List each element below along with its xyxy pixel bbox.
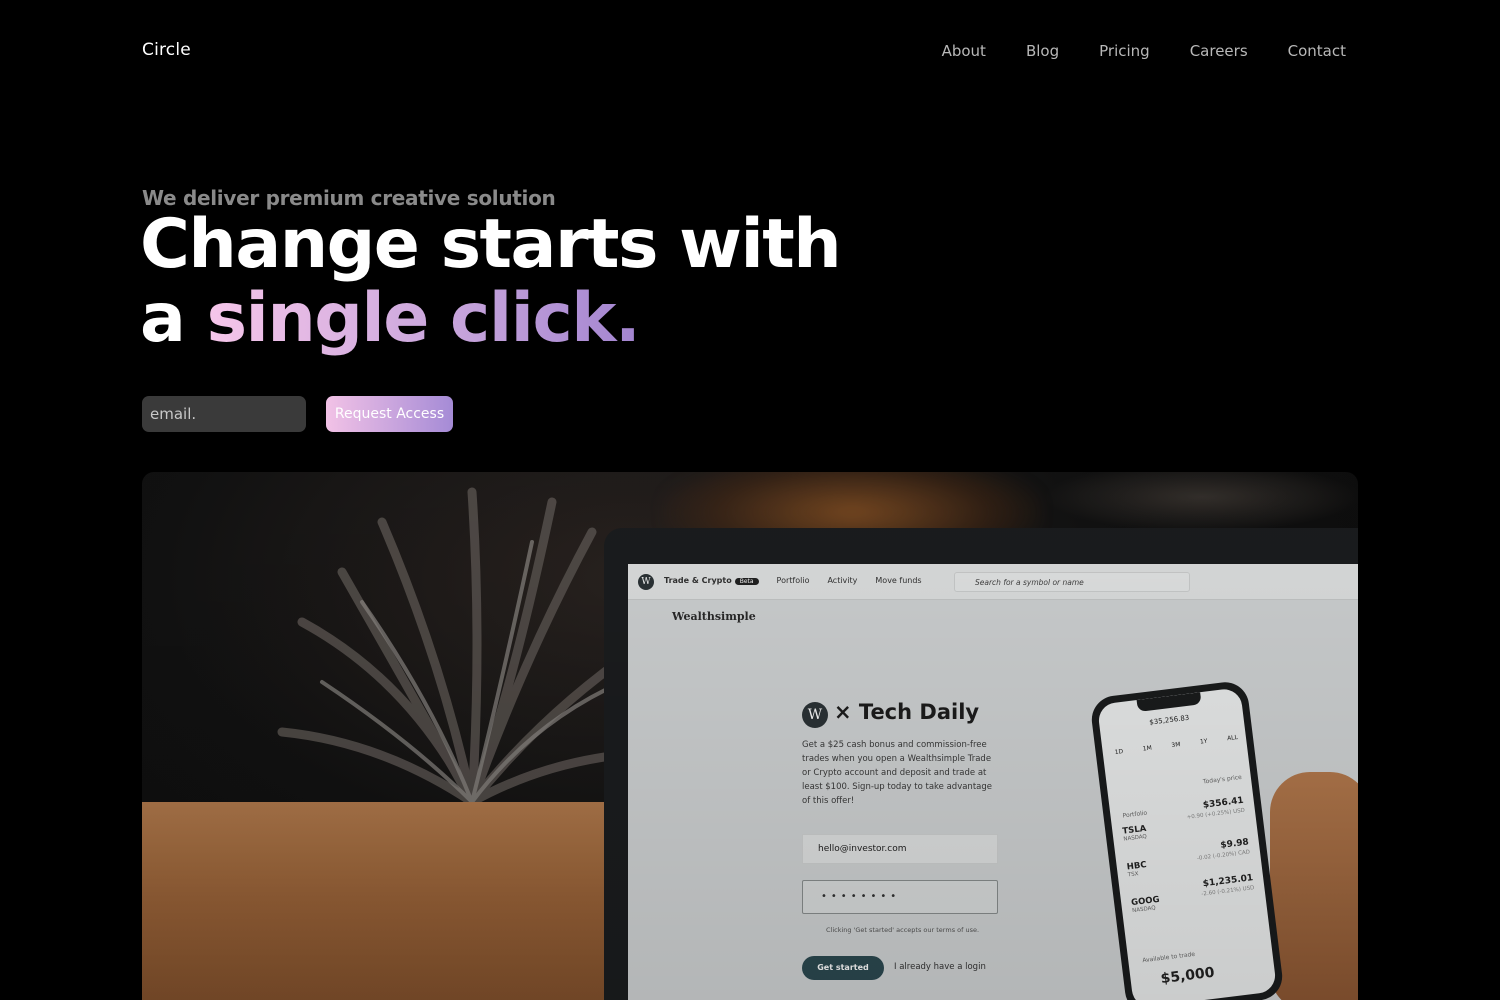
phone-range-tab: 1D <box>1114 748 1124 757</box>
wooden-table <box>142 802 642 1000</box>
screen-topbar: W Trade & Crypto Beta Portfolio Activity … <box>628 564 1358 600</box>
screen-heading: × Tech Daily <box>834 700 980 724</box>
screen-wordmark: Wealthsimple <box>672 610 756 623</box>
beta-badge: Beta <box>734 578 759 585</box>
phone-range-tab: ALL <box>1226 734 1239 743</box>
screen-copy: Get a $25 cash bonus and commission-free… <box>802 740 992 806</box>
screen-nav: Trade & Crypto Beta Portfolio Activity Mo… <box>664 576 922 585</box>
request-access-button[interactable]: Request Access <box>326 396 453 432</box>
phone-range-tab: 3M <box>1171 741 1181 750</box>
phone-price-label: Today's price <box>1202 773 1243 786</box>
screen-get-started-button: Get started <box>802 956 884 980</box>
screen-terms: Clicking 'Get started' accepts our terms… <box>826 926 980 934</box>
screen-nav-trade: Trade & Crypto <box>664 576 732 585</box>
screen-login-link: I already have a login <box>894 962 986 972</box>
nav-contact-link[interactable]: Contact <box>1288 42 1346 60</box>
screen-password-field: •••••••• <box>802 880 998 914</box>
screen-search: Search for a symbol or name <box>954 572 1190 592</box>
hand-right <box>1270 772 1358 1000</box>
nav-about-link[interactable]: About <box>942 42 986 60</box>
phone-range-tab: 1M <box>1142 744 1153 753</box>
phone-available-label: Available to trade <box>1141 950 1196 965</box>
screen-nav-activity: Activity <box>827 576 858 585</box>
screen-nav-portfolio: Portfolio <box>776 576 810 585</box>
phone-available-value: $5,000 <box>1159 964 1216 988</box>
screen-nav-move-funds: Move funds <box>875 576 922 585</box>
screen-w-logo-icon: W <box>802 702 828 728</box>
phone-screen: $35,256.83 1D 1M 3M 1Y ALL Today's price… <box>1096 687 1278 1000</box>
phone-stock-row: HBC TSX $9.98 -0.02 (-0.20%) CAD <box>1126 837 1255 878</box>
phone-range-tab: 1Y <box>1199 737 1208 746</box>
hero-title: Change starts with a single click. <box>140 205 842 358</box>
hero-title-line2-plain: a <box>140 279 207 358</box>
brand-logo[interactable]: Circle <box>142 40 191 60</box>
phone-portfolio-label: Portfolio <box>1122 809 1148 820</box>
nav-pricing-link[interactable]: Pricing <box>1099 42 1150 60</box>
nav-careers-link[interactable]: Careers <box>1190 42 1248 60</box>
nav-links: About Blog Pricing Careers Contact <box>942 42 1346 60</box>
screen-email-field: hello@investor.com <box>802 834 998 864</box>
wealthsimple-logo-icon: W <box>638 574 654 590</box>
screen-nav-item: Trade & Crypto Beta <box>664 576 759 585</box>
background-blur-dark <box>1042 472 1358 532</box>
top-nav: Circle About Blog Pricing Careers Contac… <box>142 38 1358 66</box>
hero-title-highlight: single click. <box>206 279 641 358</box>
email-input[interactable] <box>142 396 306 432</box>
hero-title-line1: Change starts with <box>140 205 842 284</box>
phone-stock-row: GOOG NASDAQ $1,235.01 -2.60 (-0.21%) USD <box>1131 873 1260 914</box>
nav-blog-link[interactable]: Blog <box>1026 42 1059 60</box>
phone-range-tabs: 1D 1M 3M 1Y ALL <box>1114 734 1238 756</box>
hero-photo: W Trade & Crypto Beta Portfolio Activity … <box>142 472 1358 1000</box>
phone-notch <box>1136 692 1202 712</box>
phone-total: $35,256.83 <box>1148 713 1190 727</box>
